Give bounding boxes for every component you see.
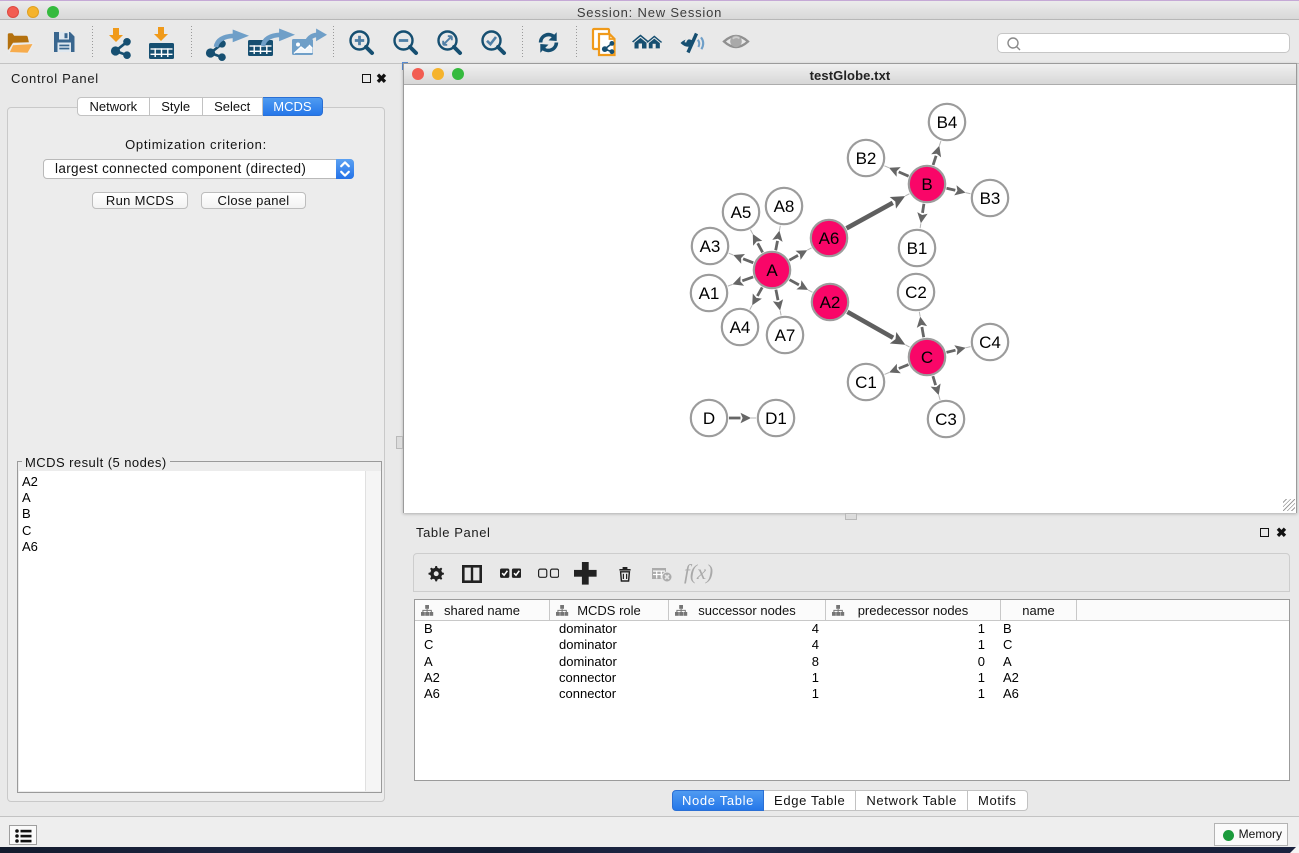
svg-text:A4: A4 <box>730 318 751 337</box>
svg-text:B: B <box>921 175 932 194</box>
svg-text:D1: D1 <box>765 409 787 428</box>
svg-text:A8: A8 <box>774 197 795 216</box>
svg-text:B1: B1 <box>907 239 928 258</box>
svg-text:B2: B2 <box>856 149 877 168</box>
svg-text:A5: A5 <box>731 203 752 222</box>
svg-text:A1: A1 <box>699 284 720 303</box>
svg-text:C1: C1 <box>855 373 877 392</box>
svg-text:C2: C2 <box>905 283 927 302</box>
svg-text:A2: A2 <box>820 293 841 312</box>
svg-text:C: C <box>921 348 933 367</box>
svg-text:A7: A7 <box>775 326 796 345</box>
svg-text:A3: A3 <box>700 237 721 256</box>
svg-text:B3: B3 <box>980 189 1001 208</box>
svg-text:C3: C3 <box>935 410 957 429</box>
svg-text:B4: B4 <box>937 113 958 132</box>
svg-text:C4: C4 <box>979 333 1001 352</box>
svg-text:D: D <box>703 409 715 428</box>
svg-text:A6: A6 <box>819 229 840 248</box>
svg-text:A: A <box>766 261 778 280</box>
